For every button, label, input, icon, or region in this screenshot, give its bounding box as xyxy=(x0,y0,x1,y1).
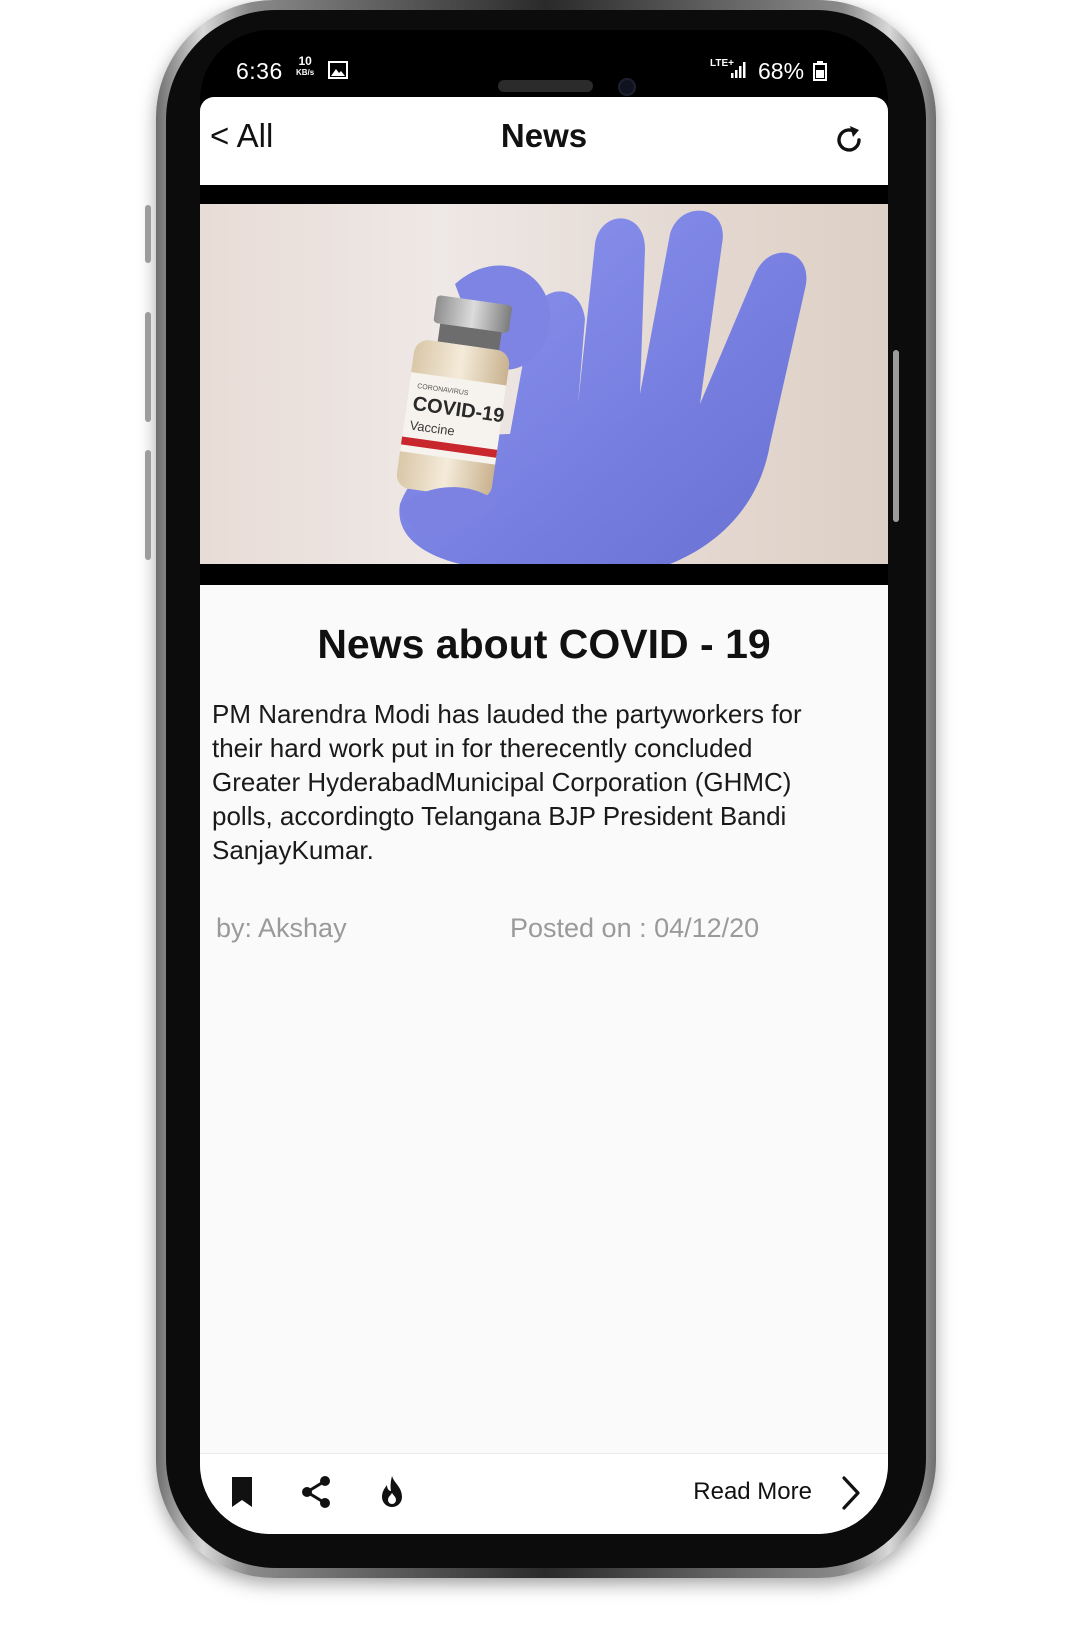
status-speed: 10 KB/s xyxy=(296,54,315,78)
battery-percentage: 68% xyxy=(758,58,805,84)
status-bar: 6:36 10 KB/s LTE+ 68% xyxy=(200,30,888,100)
status-speed-value: 10 xyxy=(298,54,312,68)
gallery-icon xyxy=(328,61,348,79)
article-image: CORONAVIRUS COVID-19 Vaccine xyxy=(200,204,888,564)
chevron-right-icon[interactable] xyxy=(834,1474,866,1512)
article-card: News about COVID - 19 PM Narendra Modi h… xyxy=(200,585,888,1534)
status-time: 6:36 xyxy=(236,58,283,84)
volume-button-down xyxy=(145,312,151,422)
vaccine-image: CORONAVIRUS COVID-19 Vaccine xyxy=(200,204,888,564)
article-author: by: Akshay xyxy=(216,913,347,943)
fire-icon[interactable] xyxy=(374,1474,410,1510)
share-icon[interactable] xyxy=(298,1474,334,1510)
front-camera xyxy=(620,80,634,94)
article-body: PM Narendra Modi has lauded the partywor… xyxy=(212,699,802,865)
back-button[interactable]: < All xyxy=(210,117,273,155)
refresh-icon[interactable] xyxy=(832,123,866,157)
article-action-bar: Read More xyxy=(200,1453,888,1534)
article-posted-date: Posted on : 04/12/20 xyxy=(510,913,760,943)
power-button xyxy=(893,350,899,522)
read-more-button[interactable]: Read More xyxy=(693,1478,812,1506)
app-bar: < All News xyxy=(200,97,888,185)
side-button xyxy=(145,450,151,560)
article-headline: News about COVID - 19 xyxy=(317,621,771,667)
page-title: News xyxy=(500,117,588,154)
bookmark-icon[interactable] xyxy=(224,1474,260,1510)
volume-button-up xyxy=(145,205,151,263)
signal-icon xyxy=(731,62,746,78)
earpiece-speaker xyxy=(498,80,593,92)
phone-screen: 6:36 10 KB/s LTE+ 68% < All News CORONAV… xyxy=(200,30,888,1534)
battery-icon xyxy=(813,61,827,81)
status-speed-unit: KB/s xyxy=(296,68,315,77)
news-app: < All News CORONAVIRUS COVID-19 Vaccine … xyxy=(200,97,888,1534)
